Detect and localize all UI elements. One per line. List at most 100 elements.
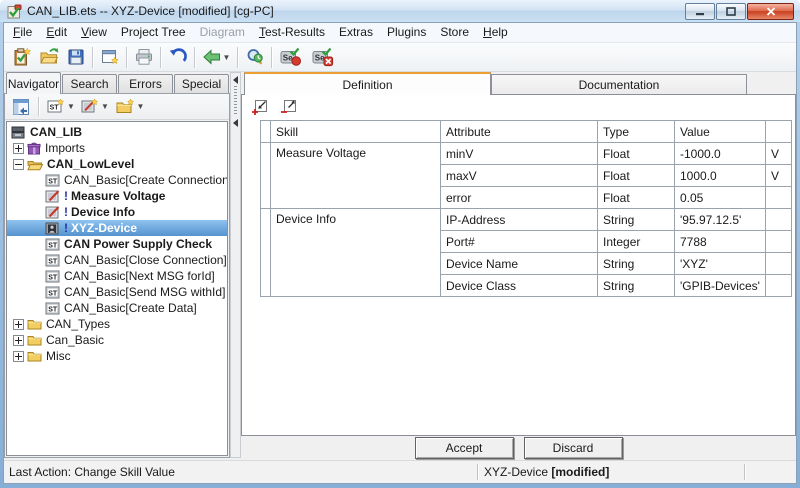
- menu-file[interactable]: File: [6, 23, 39, 42]
- skill-cell[interactable]: Measure Voltage: [271, 143, 441, 209]
- panel-splitter[interactable]: [230, 72, 241, 458]
- add-attribute-icon: [251, 99, 268, 116]
- attribute-cell[interactable]: maxV: [441, 165, 598, 187]
- undo-button[interactable]: [164, 45, 191, 69]
- new-window-button[interactable]: [96, 45, 123, 69]
- remove-attribute-button[interactable]: [280, 99, 297, 116]
- tree-item-xyz-device[interactable]: ! XYZ-Device: [7, 220, 227, 236]
- left-tab-strip: Navigator Search Errors Special: [4, 72, 230, 93]
- collapse-icon[interactable]: [13, 159, 24, 170]
- tab-navigator[interactable]: Navigator: [6, 72, 61, 94]
- collapse-left-icon[interactable]: [233, 76, 238, 84]
- view-window-button[interactable]: [9, 95, 33, 119]
- type-cell[interactable]: Float: [598, 165, 675, 187]
- new-folder-button[interactable]: ▼: [112, 95, 148, 119]
- tab-errors[interactable]: Errors: [118, 74, 173, 93]
- tree-item-can-basic-next-msg[interactable]: ST CAN_Basic[Next MSG forId]: [7, 268, 227, 284]
- expand-icon[interactable]: [13, 143, 24, 154]
- type-cell[interactable]: String: [598, 253, 675, 275]
- tree-item-imports[interactable]: Imports: [7, 140, 227, 156]
- value-cell[interactable]: 7788: [675, 231, 766, 253]
- tab-special[interactable]: Special: [174, 74, 229, 93]
- back-dropdown-icon[interactable]: ▼: [223, 53, 231, 62]
- save-button[interactable]: [62, 45, 89, 69]
- new-sequence-button[interactable]: ST ▼: [44, 95, 78, 119]
- discard-button[interactable]: Discard: [524, 437, 623, 459]
- type-cell[interactable]: Integer: [598, 231, 675, 253]
- tab-documentation[interactable]: Documentation: [491, 74, 747, 94]
- maximize-button[interactable]: [716, 3, 746, 20]
- print-button[interactable]: [130, 45, 157, 69]
- menu-extras[interactable]: Extras: [332, 23, 380, 42]
- title-bar[interactable]: CAN_LIB.ets -- XYZ-Device [modified] [cg…: [0, 0, 800, 22]
- tree-item-device-info[interactable]: ! Device Info: [7, 204, 227, 220]
- dropdown-icon[interactable]: ▼: [101, 102, 109, 111]
- type-cell[interactable]: Float: [598, 187, 675, 209]
- attribute-cell[interactable]: Device Name: [441, 253, 598, 275]
- sequence-st-icon: ST: [45, 270, 60, 283]
- app-icon: [7, 4, 22, 19]
- definition-toolbar: [242, 95, 795, 119]
- attribute-cell[interactable]: IP-Address: [441, 209, 598, 231]
- new-skill-button[interactable]: ▼: [78, 95, 112, 119]
- tree-item-measure-voltage[interactable]: ! Measure Voltage: [7, 188, 227, 204]
- tree-item-can-lib[interactable]: CAN_LIB: [7, 124, 227, 140]
- value-cell[interactable]: '95.97.12.5': [675, 209, 766, 231]
- sequence-check-abort-icon: Se: [312, 47, 334, 67]
- tab-definition[interactable]: Definition: [244, 72, 491, 95]
- menu-store[interactable]: Store: [433, 23, 476, 42]
- svg-text:ST: ST: [48, 290, 58, 297]
- value-cell[interactable]: 0.05: [675, 187, 766, 209]
- unit-cell: [765, 187, 791, 209]
- dropdown-icon[interactable]: ▼: [137, 102, 145, 111]
- tree-item-can-power-supply-check[interactable]: ST CAN Power Supply Check: [7, 236, 227, 252]
- type-cell[interactable]: String: [598, 275, 675, 297]
- search-history-button[interactable]: [241, 45, 268, 69]
- tree-item-can-basic-create-connection[interactable]: ST CAN_Basic[Create Connection]: [7, 172, 227, 188]
- expand-icon[interactable]: [13, 351, 24, 362]
- menu-edit[interactable]: Edit: [39, 23, 74, 42]
- expand-icon[interactable]: [13, 335, 24, 346]
- sequence-record-button[interactable]: Se: [275, 45, 307, 69]
- menu-view[interactable]: View: [74, 23, 114, 42]
- menu-project-tree[interactable]: Project Tree: [114, 23, 193, 42]
- tree-item-can-basic[interactable]: Can_Basic: [7, 332, 227, 348]
- new-project-button[interactable]: [8, 45, 35, 69]
- window-title: CAN_LIB.ets -- XYZ-Device [modified] [cg…: [27, 4, 274, 18]
- tree-item-can-lowlevel[interactable]: CAN_LowLevel: [7, 156, 227, 172]
- value-cell[interactable]: 'GPIB-Devices': [675, 275, 766, 297]
- attribute-cell[interactable]: Device Class: [441, 275, 598, 297]
- tree-item-can-basic-create-data[interactable]: ST CAN_Basic[Create Data]: [7, 300, 227, 316]
- value-cell[interactable]: 1000.0: [675, 165, 766, 187]
- back-button[interactable]: ▼: [198, 45, 234, 69]
- attribute-cell[interactable]: error: [441, 187, 598, 209]
- menu-help[interactable]: Help: [476, 23, 515, 42]
- sequence-abort-button[interactable]: Se: [307, 45, 339, 69]
- type-cell[interactable]: String: [598, 209, 675, 231]
- splitter-grip[interactable]: [234, 86, 237, 116]
- close-button[interactable]: [747, 3, 794, 20]
- row-gutter: [261, 143, 271, 209]
- minimize-button[interactable]: [685, 3, 715, 20]
- skill-cell[interactable]: Device Info: [271, 209, 441, 297]
- open-file-button[interactable]: [35, 45, 62, 69]
- attribute-cell[interactable]: minV: [441, 143, 598, 165]
- value-cell[interactable]: 'XYZ': [675, 253, 766, 275]
- collapse-left-icon[interactable]: [233, 119, 238, 127]
- value-cell[interactable]: -1000.0: [675, 143, 766, 165]
- type-cell[interactable]: Float: [598, 143, 675, 165]
- tree-item-can-basic-close-connection[interactable]: ST CAN_Basic[Close Connection]: [7, 252, 227, 268]
- tree-item-can-basic-send-msg[interactable]: ST CAN_Basic[Send MSG withId]: [7, 284, 227, 300]
- add-attribute-button[interactable]: [251, 99, 268, 116]
- expand-icon[interactable]: [13, 319, 24, 330]
- column-header-skill: Skill: [271, 121, 441, 143]
- tree-item-can-types[interactable]: CAN_Types: [7, 316, 227, 332]
- tree-label: CAN_Basic[Create Data]: [64, 301, 197, 315]
- tab-search[interactable]: Search: [62, 74, 117, 93]
- tree-item-misc[interactable]: Misc: [7, 348, 227, 364]
- dropdown-icon[interactable]: ▼: [67, 102, 75, 111]
- menu-test-results[interactable]: Test-Results: [252, 23, 332, 42]
- accept-button[interactable]: Accept: [415, 437, 514, 459]
- attribute-cell[interactable]: Port#: [441, 231, 598, 253]
- menu-plugins[interactable]: Plugins: [380, 23, 433, 42]
